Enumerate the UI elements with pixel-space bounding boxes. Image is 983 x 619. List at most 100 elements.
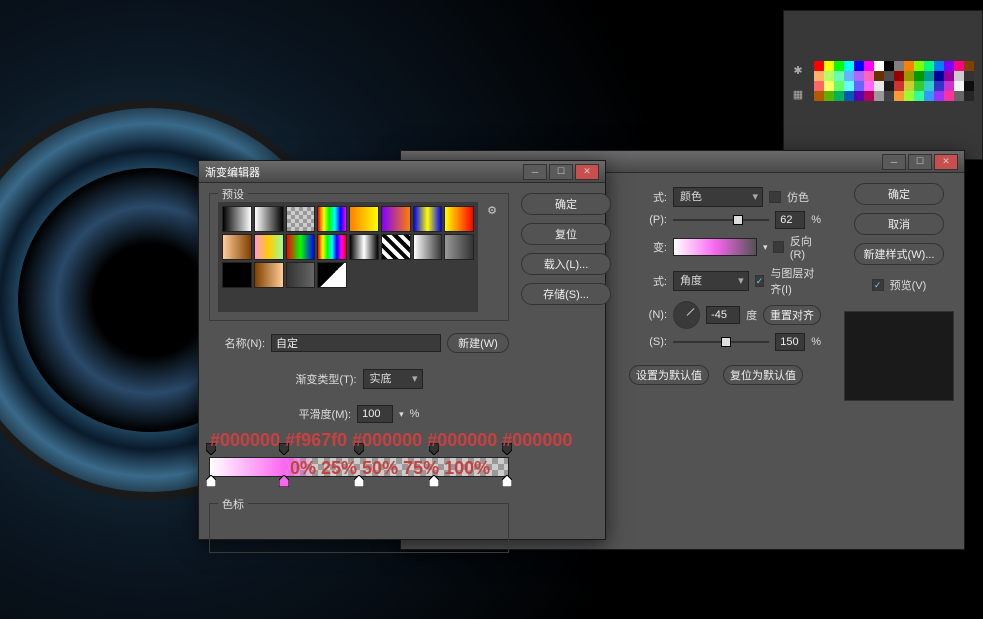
gradient-type-select[interactable]: 实底: [363, 369, 423, 389]
gradient-preview-strip[interactable]: [673, 238, 757, 256]
ok-button[interactable]: 确定: [521, 193, 611, 215]
swatch[interactable]: [954, 71, 964, 81]
maximize-button[interactable]: ☐: [549, 164, 573, 180]
gradient-preset[interactable]: [317, 206, 347, 232]
swatch[interactable]: [884, 91, 894, 101]
swatch[interactable]: [924, 91, 934, 101]
swatch[interactable]: [884, 61, 894, 71]
swatch[interactable]: [824, 61, 834, 71]
swatch[interactable]: [814, 61, 824, 71]
close-button[interactable]: ✕: [575, 164, 599, 180]
swatch[interactable]: [874, 61, 884, 71]
gradient-name-input[interactable]: [271, 334, 441, 352]
swatch[interactable]: [894, 91, 904, 101]
reverse-checkbox[interactable]: [773, 241, 783, 253]
gradient-preset[interactable]: [286, 206, 316, 232]
swatches-grid[interactable]: [814, 61, 974, 101]
swatch[interactable]: [904, 61, 914, 71]
swatch[interactable]: [924, 71, 934, 81]
cancel-button[interactable]: 取消: [854, 213, 944, 235]
swatch[interactable]: [844, 81, 854, 91]
reset-default-button[interactable]: 复位为默认值: [723, 365, 803, 385]
preview-checkbox[interactable]: [872, 279, 884, 291]
swatch[interactable]: [864, 91, 874, 101]
ok-button[interactable]: 确定: [854, 183, 944, 205]
gradient-preset[interactable]: [286, 234, 316, 260]
swatch[interactable]: [854, 91, 864, 101]
swatch-tool-icon[interactable]: ✱: [789, 61, 807, 79]
save-button[interactable]: 存储(S)...: [521, 283, 611, 305]
swatch[interactable]: [834, 81, 844, 91]
gradient-preset[interactable]: [317, 262, 347, 288]
gradient-preset[interactable]: [413, 234, 443, 260]
new-button[interactable]: 新建(W): [447, 333, 509, 353]
swatch[interactable]: [864, 71, 874, 81]
gradient-preset[interactable]: [413, 206, 443, 232]
swatch[interactable]: [834, 71, 844, 81]
color-stop[interactable]: [279, 475, 289, 487]
close-button[interactable]: ✕: [934, 154, 958, 170]
swatch[interactable]: [884, 71, 894, 81]
gear-icon[interactable]: ⚙: [484, 202, 500, 218]
swatch[interactable]: [944, 91, 954, 101]
swatch[interactable]: [904, 71, 914, 81]
minimize-button[interactable]: ─: [882, 154, 906, 170]
titlebar[interactable]: 渐变编辑器 ─ ☐ ✕: [199, 161, 605, 183]
smoothness-input[interactable]: [357, 405, 393, 423]
gradient-preset[interactable]: [444, 206, 474, 232]
minimize-button[interactable]: ─: [523, 164, 547, 180]
opacity-input[interactable]: [775, 211, 805, 229]
swatch[interactable]: [844, 61, 854, 71]
swatch[interactable]: [914, 91, 924, 101]
swatch[interactable]: [814, 91, 824, 101]
style-method-select[interactable]: 角度: [673, 271, 749, 291]
swatch[interactable]: [964, 61, 974, 71]
dither-checkbox[interactable]: [769, 191, 781, 203]
swatch[interactable]: [904, 81, 914, 91]
swatch[interactable]: [834, 91, 844, 101]
swatch[interactable]: [954, 81, 964, 91]
gradient-preset[interactable]: [254, 206, 284, 232]
swatch[interactable]: [934, 61, 944, 71]
swatch[interactable]: [864, 61, 874, 71]
swatch[interactable]: [934, 91, 944, 101]
gradient-preset[interactable]: [254, 262, 284, 288]
swatch[interactable]: [894, 71, 904, 81]
swatch[interactable]: [874, 91, 884, 101]
swatch[interactable]: [874, 71, 884, 81]
swatch[interactable]: [914, 81, 924, 91]
reset-button[interactable]: 复位: [521, 223, 611, 245]
scale-input[interactable]: [775, 333, 805, 351]
gradient-presets-grid[interactable]: [218, 202, 478, 312]
color-stop[interactable]: [206, 475, 216, 487]
swatch[interactable]: [924, 81, 934, 91]
swatch[interactable]: [814, 81, 824, 91]
swatch[interactable]: [954, 61, 964, 71]
swatch[interactable]: [874, 81, 884, 91]
blend-mode-select[interactable]: 颜色: [673, 187, 763, 207]
angle-input[interactable]: [706, 306, 740, 324]
swatch[interactable]: [854, 71, 864, 81]
gradient-preset[interactable]: [286, 262, 316, 288]
swatch[interactable]: [864, 81, 874, 91]
load-button[interactable]: 载入(L)...: [521, 253, 611, 275]
gradient-preset[interactable]: [317, 234, 347, 260]
gradient-preset[interactable]: [444, 234, 474, 260]
swatch[interactable]: [934, 71, 944, 81]
swatch[interactable]: [944, 61, 954, 71]
swatch[interactable]: [934, 81, 944, 91]
angle-dial[interactable]: [673, 301, 700, 329]
swatch[interactable]: [924, 61, 934, 71]
gradient-preset[interactable]: [381, 206, 411, 232]
swatch[interactable]: [844, 71, 854, 81]
align-checkbox[interactable]: [755, 275, 765, 287]
swatch[interactable]: [894, 81, 904, 91]
swatch[interactable]: [964, 81, 974, 91]
swatch[interactable]: [964, 71, 974, 81]
swatch[interactable]: [944, 81, 954, 91]
swatch[interactable]: [824, 91, 834, 101]
reset-align-button[interactable]: 重置对齐: [763, 305, 821, 325]
gradient-preset[interactable]: [222, 262, 252, 288]
swatch[interactable]: [844, 91, 854, 101]
swatch[interactable]: [914, 61, 924, 71]
